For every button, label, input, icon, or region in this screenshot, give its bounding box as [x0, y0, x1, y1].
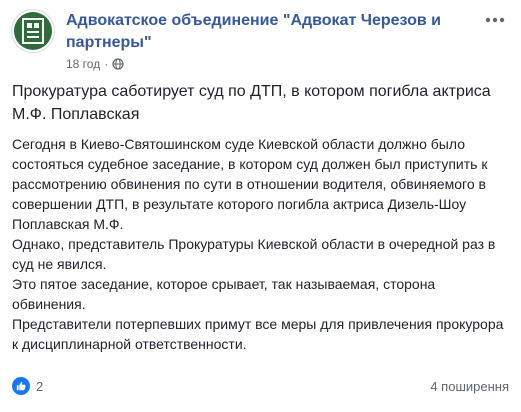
reactions-summary[interactable]: 2 — [12, 377, 43, 395]
logo-icon — [14, 12, 52, 50]
post-paragraph: Представители потерпевших примут все мер… — [12, 316, 504, 352]
post-title: Прокуратура саботирует суд по ДТП, в кот… — [12, 83, 491, 123]
post-body: Сегодня в Киево-Святошинском суде Киевск… — [12, 134, 512, 354]
globe-icon[interactable] — [112, 58, 124, 70]
shares-count-link[interactable]: 4 поширення — [430, 379, 509, 394]
like-icon — [12, 377, 30, 395]
meta-separator: · — [104, 57, 109, 71]
page-name-link[interactable]: Адвокатское объединение "Адвокат Черезов… — [66, 10, 446, 54]
page-avatar[interactable] — [11, 9, 55, 53]
post-paragraph: Это пятое заседание, которое срывает, та… — [12, 276, 436, 312]
post-paragraph: Однако, представитель Прокуратуры Киевск… — [12, 236, 496, 272]
facebook-post: Адвокатское объединение "Адвокат Черезов… — [0, 0, 521, 412]
more-horizontal-icon[interactable] — [482, 11, 508, 29]
post-meta: 18 год · — [66, 56, 124, 72]
post-paragraph: Сегодня в Киево-Святошинском суде Киевск… — [12, 136, 488, 232]
post-timestamp[interactable]: 18 год — [66, 57, 100, 71]
reaction-count: 2 — [36, 378, 44, 394]
post-footer: 2 4 поширення — [12, 375, 509, 397]
